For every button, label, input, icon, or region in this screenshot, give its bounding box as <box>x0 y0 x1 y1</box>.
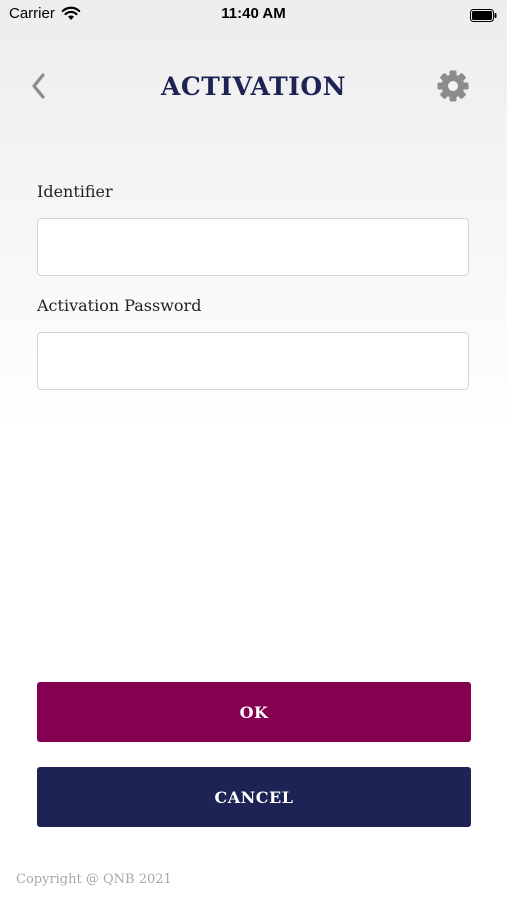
activation-password-input[interactable] <box>37 332 469 390</box>
identifier-input[interactable] <box>37 218 469 276</box>
page-title: ACTIVATION <box>160 72 346 101</box>
ok-button[interactable]: OK <box>37 682 471 742</box>
nav-bar: ACTIVATION <box>0 60 507 116</box>
copyright-text: Copyright @ QNB 2021 <box>16 872 172 887</box>
status-time: 11:40 AM <box>221 5 286 22</box>
settings-button[interactable] <box>436 69 470 103</box>
cancel-button[interactable]: CANCEL <box>37 767 471 827</box>
gear-icon <box>437 70 469 102</box>
battery-icon <box>470 7 497 22</box>
status-bar: Carrier 11:40 AM <box>0 0 507 28</box>
identifier-label: Identifier <box>37 182 113 201</box>
activation-password-label: Activation Password <box>37 296 202 315</box>
